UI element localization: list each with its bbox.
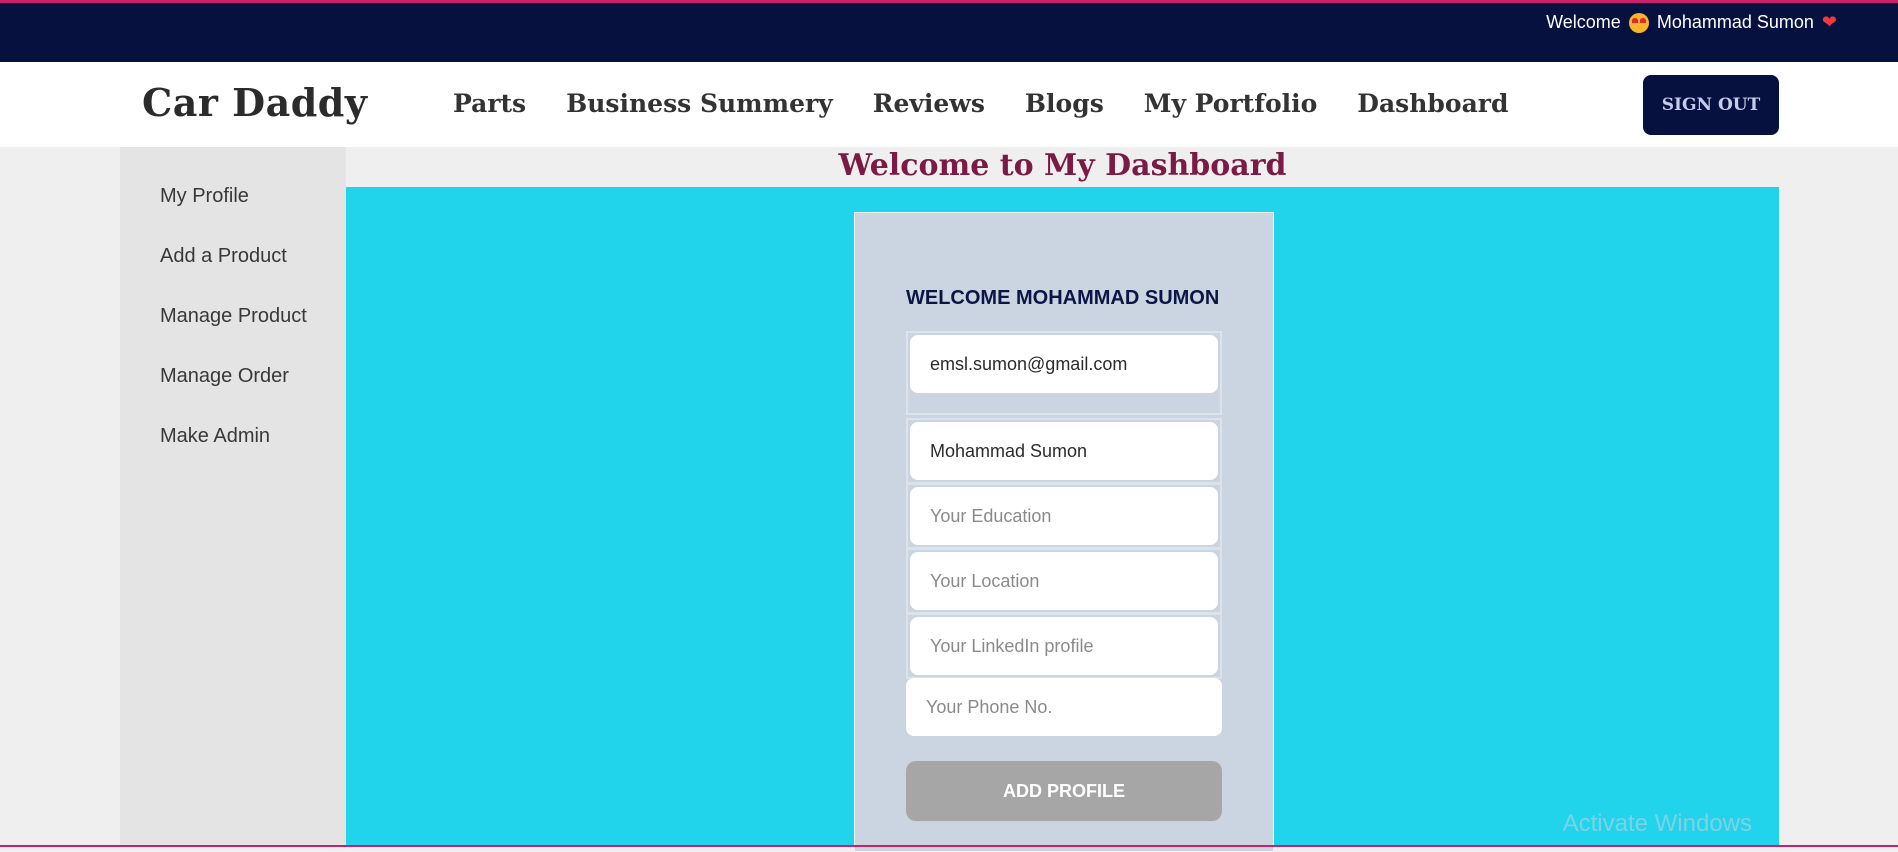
sidebar-item-make-admin[interactable]: Make Admin: [160, 425, 270, 448]
nav-link-business-summery[interactable]: Business Summery: [566, 89, 833, 118]
location-input[interactable]: [910, 552, 1218, 610]
name-field[interactable]: [910, 422, 1218, 480]
nav-link-my-portfolio[interactable]: My Portfolio: [1144, 89, 1318, 118]
brand-logo-text[interactable]: Car Daddy: [142, 80, 367, 125]
sidebar-item-my-profile[interactable]: My Profile: [160, 185, 249, 208]
dashboard-sidebar: My Profile Add a Product Manage Product …: [120, 147, 346, 847]
star-struck-face-icon: [1629, 13, 1649, 33]
profile-form-card: WELCOME MOHAMMAD SUMON ADD PROFILE: [854, 212, 1274, 852]
linkedin-input[interactable]: [910, 617, 1218, 675]
education-input[interactable]: [910, 487, 1218, 545]
email-field-wrapper: [906, 331, 1222, 415]
name-field-wrapper: [906, 418, 1222, 484]
linkedin-field-wrapper: [906, 613, 1222, 679]
welcome-message: Welcome Mohammad Sumon ❤: [1546, 12, 1837, 33]
phone-input[interactable]: [906, 678, 1222, 736]
top-bar: Welcome Mohammad Sumon ❤: [0, 0, 1898, 62]
sidebar-item-manage-product[interactable]: Manage Product: [160, 305, 307, 328]
welcome-text: Welcome: [1546, 12, 1621, 33]
sidebar-item-add-product[interactable]: Add a Product: [160, 245, 287, 268]
sidebar-item-manage-order[interactable]: Manage Order: [160, 365, 289, 388]
nav-link-parts[interactable]: Parts: [453, 89, 526, 118]
form-heading: WELCOME MOHAMMAD SUMON: [906, 287, 1219, 310]
add-profile-button[interactable]: ADD PROFILE: [906, 761, 1222, 821]
nav-link-dashboard[interactable]: Dashboard: [1357, 89, 1508, 118]
location-field-wrapper: [906, 548, 1222, 614]
activate-windows-watermark: Activate Windows: [1563, 810, 1752, 838]
sign-out-button[interactable]: SIGN OUT: [1643, 75, 1779, 135]
main-navbar: Car Daddy Parts Business Summery Reviews…: [0, 62, 1898, 147]
education-field-wrapper: [906, 483, 1222, 549]
red-heart-icon: ❤: [1822, 12, 1837, 33]
nav-link-reviews[interactable]: Reviews: [873, 89, 985, 118]
page-title: Welcome to My Dashboard: [346, 147, 1779, 187]
email-field[interactable]: [910, 335, 1218, 393]
user-name: Mohammad Sumon: [1657, 12, 1814, 33]
nav-links: Parts Business Summery Reviews Blogs My …: [453, 89, 1508, 118]
nav-link-blogs[interactable]: Blogs: [1025, 89, 1104, 118]
